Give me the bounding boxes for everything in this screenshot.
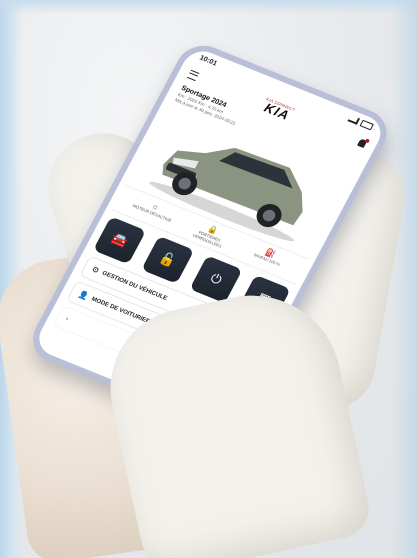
menu-placeholder-icon: • bbox=[63, 314, 71, 324]
frost-top-edge bbox=[0, 0, 418, 14]
frost-right-edge bbox=[392, 0, 418, 558]
brand: KIA CONNECT KIA bbox=[260, 96, 296, 122]
photo-scene: 10:01 KIA CONNECT KIA Sportage 2024 Km :… bbox=[0, 0, 418, 558]
car-control-button[interactable]: 🚘 bbox=[92, 216, 147, 265]
hamburger-menu-icon[interactable] bbox=[187, 69, 200, 81]
menu-item-left: • bbox=[64, 314, 71, 323]
valet-mode-icon: 👤 bbox=[76, 289, 91, 302]
unlock-control-button[interactable]: 🔓 bbox=[141, 235, 195, 284]
power-icon: ⏻ bbox=[207, 270, 225, 288]
vehicle-management-icon: ⚙ bbox=[90, 264, 101, 276]
car-icon: 🚘 bbox=[108, 230, 131, 250]
unlock-icon: 🔓 bbox=[156, 249, 180, 270]
notification-bell-icon[interactable] bbox=[357, 138, 368, 149]
